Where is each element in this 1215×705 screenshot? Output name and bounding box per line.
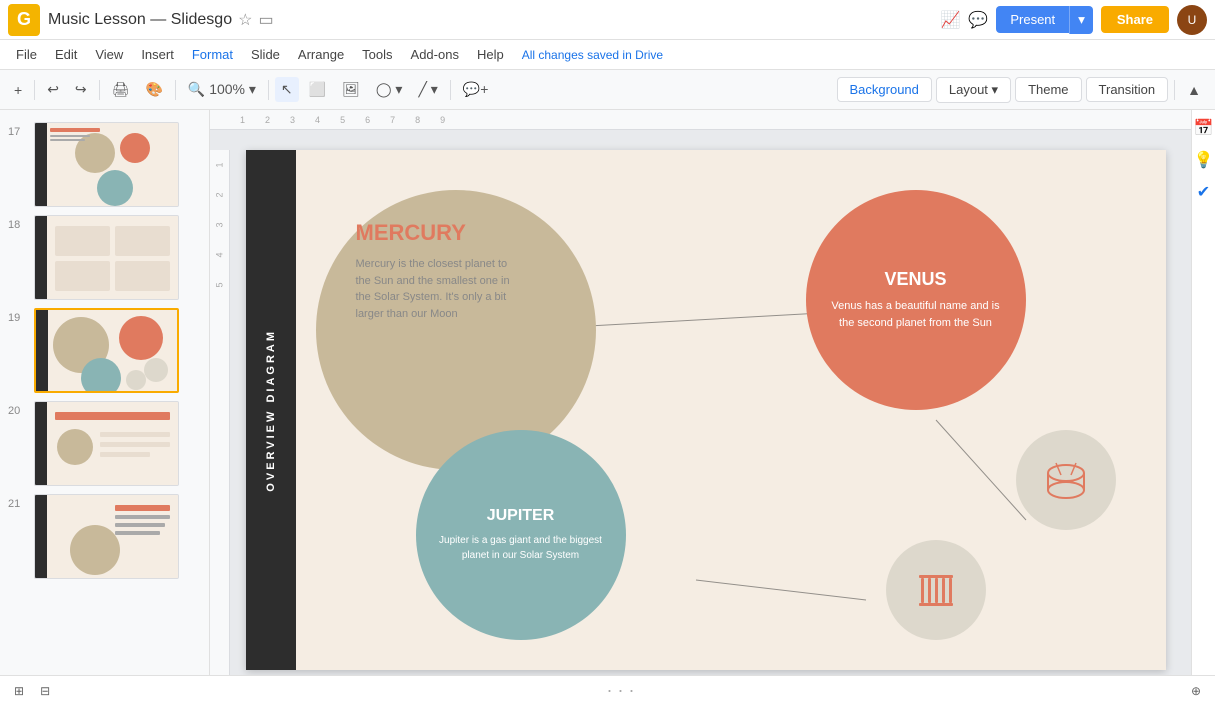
- calendar-icon[interactable]: 📅: [1194, 118, 1214, 138]
- slide-thumb-20[interactable]: 20: [0, 397, 209, 490]
- pillar-circle: [886, 540, 986, 640]
- ruler-top: 1 2 3 4 5 6 7 8 9: [210, 110, 1191, 130]
- mercury-text-block: MERCURY Mercury is the closest planet to…: [356, 220, 516, 322]
- menu-addons[interactable]: Add-ons: [403, 43, 467, 66]
- jupiter-title: JUPITER: [487, 507, 555, 525]
- slide-number: 19: [8, 308, 28, 324]
- menu-tools[interactable]: Tools: [354, 43, 400, 66]
- slide-number: 20: [8, 401, 28, 417]
- divider3: [175, 80, 176, 100]
- slide-thumb-18[interactable]: 18: [0, 211, 209, 304]
- divider4: [268, 80, 269, 100]
- slide-thumb-21[interactable]: 21: [0, 490, 209, 583]
- canvas-content: Overview Diagram: [210, 130, 1191, 675]
- line-tool[interactable]: ╱ ▾: [412, 77, 443, 102]
- canvas-area[interactable]: 1 2 3 4 5 6 7 8 9 1 2 3 4 5: [210, 110, 1191, 675]
- divider: [34, 80, 35, 100]
- menu-help[interactable]: Help: [469, 43, 512, 66]
- menu-edit[interactable]: Edit: [47, 43, 85, 66]
- bulb-icon[interactable]: 💡: [1194, 150, 1214, 170]
- bottom-bar: ⊞ ⊟ · · · ⊕: [0, 675, 1215, 705]
- slides-panel: 17 18: [0, 110, 210, 675]
- slide-main-content: MERCURY Mercury is the closest planet to…: [296, 150, 1166, 670]
- mercury-title: MERCURY: [356, 220, 516, 246]
- textbox-tool[interactable]: ⬜: [303, 77, 332, 102]
- title-icons: ☆ ▭: [238, 10, 273, 30]
- ruler-marks-top: 1 2 3 4 5 6 7 8 9: [230, 110, 455, 130]
- menu-file[interactable]: File: [8, 43, 45, 66]
- transition-button[interactable]: Transition: [1086, 77, 1169, 102]
- divider2: [99, 80, 100, 100]
- redo-button[interactable]: ↪: [69, 77, 93, 102]
- cursor-tool[interactable]: ↖: [275, 77, 299, 102]
- comments-icon[interactable]: 💬: [968, 10, 988, 30]
- theme-button[interactable]: Theme: [1015, 77, 1081, 102]
- share-button[interactable]: Share: [1101, 6, 1169, 33]
- slide-preview[interactable]: [34, 401, 179, 486]
- right-panel: 📅 💡 ✔: [1191, 110, 1215, 675]
- paintformat-button[interactable]: 🎨: [139, 77, 168, 102]
- shape-tool[interactable]: ◯ ▾: [370, 77, 409, 102]
- zoom-button[interactable]: 🔍 100% ▾: [182, 77, 262, 102]
- slide[interactable]: Overview Diagram: [246, 150, 1166, 670]
- menu-arrange[interactable]: Arrange: [290, 43, 352, 66]
- top-right-actions: 📈 💬 Present ▾ Share U: [941, 5, 1208, 35]
- print-button[interactable]: 🖨: [106, 77, 136, 102]
- divider5: [450, 80, 451, 100]
- undo-button[interactable]: ↩: [41, 77, 65, 102]
- save-status: All changes saved in Drive: [522, 48, 663, 62]
- image-tool[interactable]: 🖼: [336, 77, 366, 102]
- scroll-indicator: · · ·: [60, 680, 1181, 701]
- mercury-description: Mercury is the closest planet to the Sun…: [356, 256, 516, 322]
- check-icon[interactable]: ✔: [1197, 182, 1210, 202]
- menu-format[interactable]: Format: [184, 43, 241, 66]
- bottom-right-controls: ⊕: [1185, 680, 1207, 702]
- menu-insert[interactable]: Insert: [133, 43, 182, 66]
- add-button[interactable]: +: [8, 78, 28, 102]
- slide-preview[interactable]: [34, 308, 179, 393]
- background-button[interactable]: Background: [837, 77, 932, 102]
- main-area: 17 18: [0, 110, 1215, 675]
- layout-button[interactable]: Layout ▾: [936, 77, 1011, 103]
- slide-preview[interactable]: [34, 122, 179, 207]
- collapse-button[interactable]: ▲: [1181, 78, 1207, 102]
- menu-bar: File Edit View Insert Format Slide Arran…: [0, 40, 1215, 70]
- toolbar: + ↩ ↪ 🖨 🎨 🔍 100% ▾ ↖ ⬜ 🖼 ◯ ▾ ╱ ▾ 💬+ Back…: [0, 70, 1215, 110]
- slide-preview[interactable]: [34, 494, 179, 579]
- list-view-button[interactable]: ⊟: [34, 680, 56, 702]
- present-button[interactable]: Present: [996, 6, 1069, 33]
- menu-slide[interactable]: Slide: [243, 43, 288, 66]
- slide-thumb-17[interactable]: 17: [0, 118, 209, 211]
- activity-icon[interactable]: 📈: [941, 10, 961, 30]
- slide-number: 18: [8, 215, 28, 231]
- document-title: Music Lesson — Slidesgo: [48, 11, 232, 29]
- venus-circle: VENUS Venus has a beautiful name and is …: [806, 190, 1026, 410]
- slide-left-sidebar: Overview Diagram: [246, 150, 296, 670]
- star-icon[interactable]: ☆: [238, 10, 252, 30]
- slide-sidebar-label: Overview Diagram: [265, 329, 277, 492]
- app-icon: G: [8, 4, 40, 36]
- jupiter-description: Jupiter is a gas giant and the biggest p…: [436, 533, 606, 563]
- slide-number: 17: [8, 122, 28, 138]
- present-arrow-button[interactable]: ▾: [1069, 6, 1093, 34]
- menu-view[interactable]: View: [87, 43, 131, 66]
- ruler-left: 1 2 3 4 5: [210, 150, 230, 675]
- folder-icon[interactable]: ▭: [258, 10, 273, 30]
- scroll-dots: · · ·: [607, 680, 635, 701]
- slide-number: 21: [8, 494, 28, 510]
- drum-icon: [1041, 455, 1091, 505]
- expand-button[interactable]: ⊕: [1185, 680, 1207, 702]
- top-bar: G Music Lesson — Slidesgo ☆ ▭ 📈 💬 Presen…: [0, 0, 1215, 40]
- venus-title: VENUS: [884, 269, 946, 290]
- jupiter-circle: JUPITER Jupiter is a gas giant and the b…: [416, 430, 626, 640]
- building-icon: [911, 565, 961, 615]
- drum-circle: [1016, 430, 1116, 530]
- divider6: [1174, 80, 1175, 100]
- comment-button[interactable]: 💬+: [457, 77, 495, 102]
- grid-view-button[interactable]: ⊞: [8, 680, 30, 702]
- slide-preview[interactable]: [34, 215, 179, 300]
- user-avatar[interactable]: U: [1177, 5, 1207, 35]
- venus-description: Venus has a beautiful name and is the se…: [826, 298, 1006, 331]
- slide-thumb-19[interactable]: 19: [0, 304, 209, 397]
